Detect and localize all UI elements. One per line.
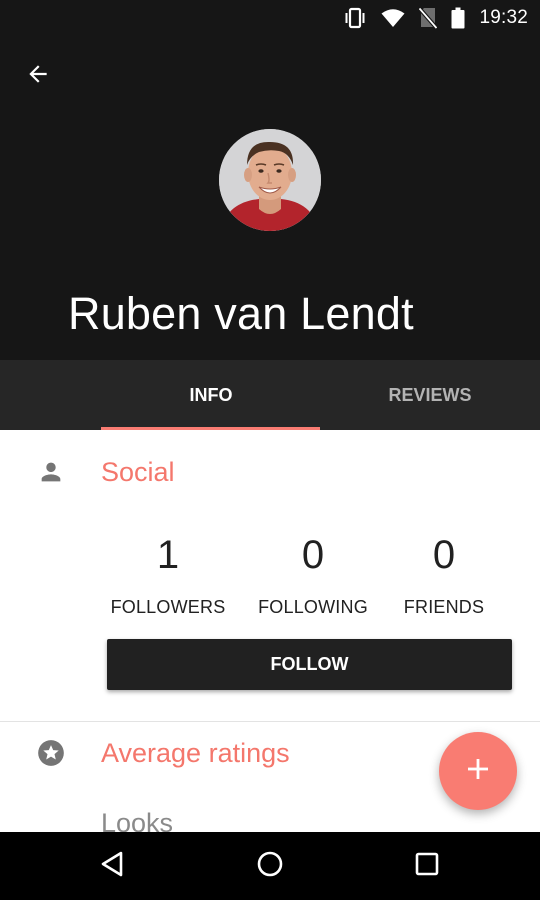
vibrate-icon <box>343 7 367 29</box>
ratings-section-title: Average ratings <box>101 738 290 768</box>
home-circle-icon <box>256 850 284 883</box>
followers-count: 1 <box>156 533 180 577</box>
avatar <box>219 129 321 231</box>
rating-item-looks: Looks <box>101 808 174 832</box>
clock: 19:32 <box>479 7 528 28</box>
tab-bar: INFO REVIEWS <box>0 360 540 430</box>
friends-count: 0 <box>432 533 456 577</box>
nav-recents-button[interactable] <box>403 844 451 888</box>
status-bar: 19:32 <box>0 0 540 36</box>
status-icons: 19:32 <box>343 0 528 36</box>
follow-button[interactable]: FOLLOW <box>107 639 512 690</box>
followers-label: FOLLOWERS <box>110 597 226 617</box>
person-icon <box>36 457 66 487</box>
friends-label: FRIENDS <box>403 597 485 617</box>
plus-icon <box>466 757 490 786</box>
followers-stat[interactable]: 1 FOLLOWERS <box>108 531 228 618</box>
battery-icon <box>451 7 465 29</box>
following-label: FOLLOWING <box>258 597 368 617</box>
following-count: 0 <box>301 533 325 577</box>
wifi-icon <box>381 8 405 28</box>
add-fab-button[interactable] <box>439 732 517 810</box>
profile-name: Ruben van Lendt <box>68 288 414 339</box>
friends-stat[interactable]: 0 FRIENDS <box>384 531 504 618</box>
no-sim-icon <box>419 7 438 29</box>
profile-header: Ruben van Lendt <box>0 36 540 360</box>
arrow-back-icon <box>25 61 51 92</box>
back-triangle-icon <box>99 850 125 883</box>
recents-square-icon <box>414 851 440 882</box>
following-stat[interactable]: 0 FOLLOWING <box>253 531 373 618</box>
nav-back-button[interactable] <box>88 844 136 888</box>
section-divider <box>0 721 540 722</box>
tab-reviews[interactable]: REVIEWS <box>320 360 540 430</box>
back-button[interactable] <box>14 52 62 100</box>
system-nav-bar <box>0 832 540 900</box>
social-section-title: Social <box>101 457 175 487</box>
tab-info[interactable]: INFO <box>101 360 321 430</box>
nav-home-button[interactable] <box>246 844 294 888</box>
star-circle-icon <box>36 738 66 768</box>
